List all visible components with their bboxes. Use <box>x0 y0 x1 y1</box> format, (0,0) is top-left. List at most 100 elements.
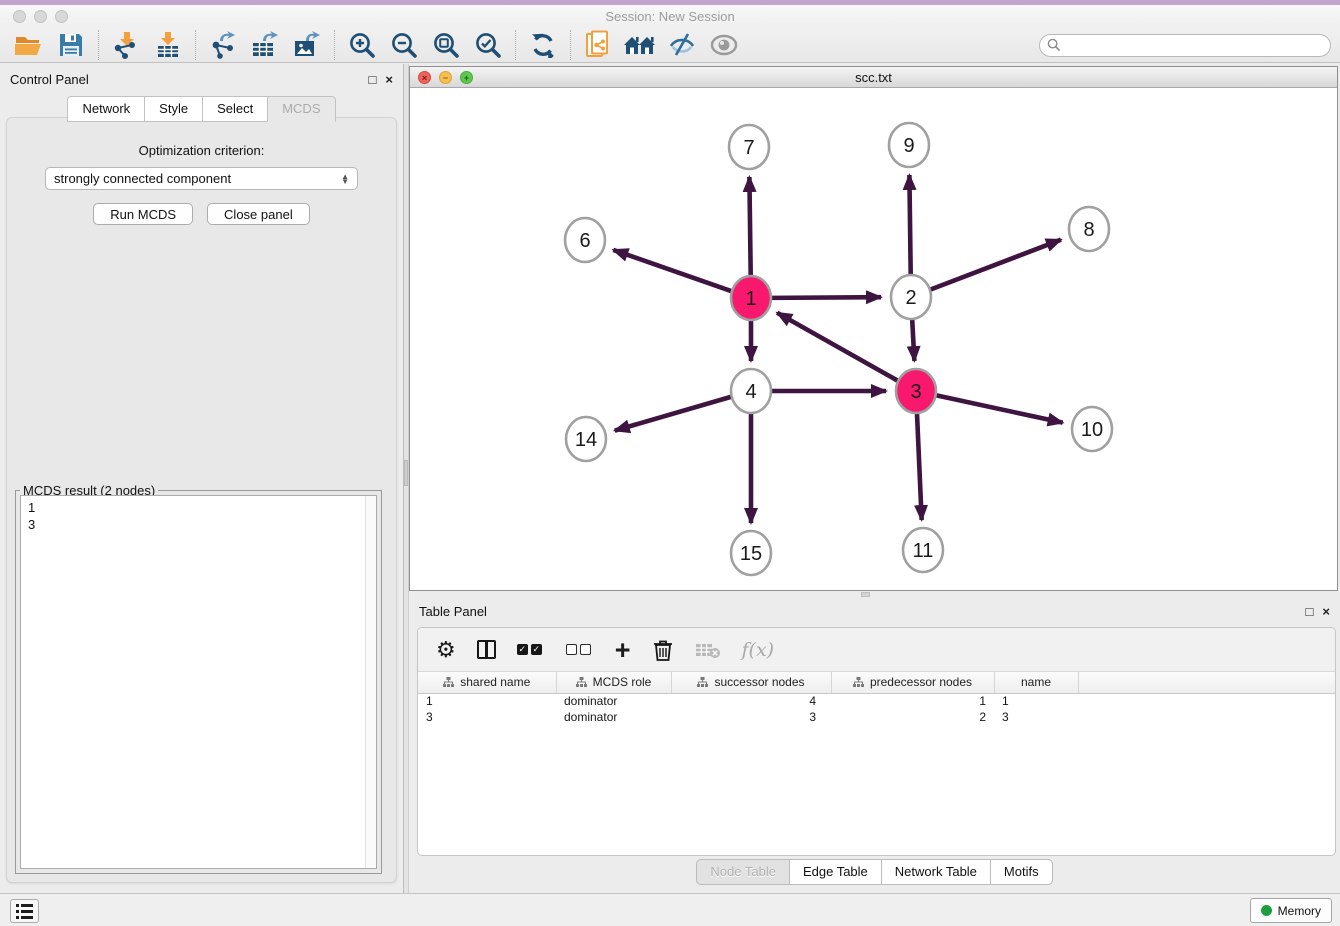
table-settings-icon[interactable]: ⚙ <box>436 639 456 661</box>
memory-status-dot <box>1261 905 1272 916</box>
mcds-result-group: MCDS result (2 nodes) 1 3 <box>15 490 382 874</box>
add-column-icon[interactable]: + <box>615 638 631 662</box>
tab-network-table[interactable]: Network Table <box>881 859 990 885</box>
edge-1-6[interactable] <box>613 250 731 291</box>
table-tabs: Node TableEdge TableNetwork TableMotifs <box>409 859 1340 885</box>
node-8[interactable]: 8 <box>1069 207 1109 251</box>
tab-motifs[interactable]: Motifs <box>990 859 1053 885</box>
table-row[interactable]: 1dominator411 <box>418 693 1335 709</box>
zoom-out-button[interactable] <box>383 29 425 61</box>
node-10[interactable]: 10 <box>1072 407 1112 451</box>
edge-3-11[interactable] <box>917 412 922 520</box>
save-session-button[interactable] <box>50 29 92 61</box>
list-icon <box>16 904 33 919</box>
edge-1-2[interactable] <box>772 297 881 298</box>
cell-predecessor-nodes[interactable]: 1 <box>831 693 994 709</box>
column-header-MCDS-role[interactable]: MCDS role <box>556 672 671 693</box>
zoom-selected-button[interactable] <box>467 29 509 61</box>
edge-2-8[interactable] <box>931 240 1061 290</box>
new-network-button[interactable] <box>577 29 619 61</box>
cell-name[interactable]: 1 <box>994 693 1078 709</box>
node-4[interactable]: 4 <box>731 369 771 413</box>
import-network-button[interactable] <box>105 29 147 61</box>
show-all-button[interactable] <box>703 29 745 61</box>
node-14[interactable]: 14 <box>566 417 606 461</box>
edge-2-3[interactable] <box>912 318 914 361</box>
close-panel-icon[interactable]: × <box>1322 605 1330 618</box>
network-graph[interactable]: 7 9 6 8 1 2 4 3 14 10 15 11 <box>410 88 1337 590</box>
toolbar-separator <box>515 30 516 60</box>
hide-selected-button[interactable] <box>661 29 703 61</box>
zoom-fit-button[interactable] <box>425 29 467 61</box>
float-panel-icon[interactable]: □ <box>1306 605 1314 618</box>
node-15[interactable]: 15 <box>731 531 771 575</box>
export-image-button[interactable] <box>286 29 328 61</box>
search-field[interactable] <box>1039 34 1331 57</box>
node-9[interactable]: 9 <box>889 123 929 167</box>
save-icon <box>58 32 84 58</box>
cell-successor-nodes[interactable]: 3 <box>671 709 831 725</box>
export-table-button[interactable] <box>244 29 286 61</box>
tab-network[interactable]: Network <box>67 96 144 122</box>
select-all-icon[interactable]: ✓ ✓ <box>517 644 545 655</box>
node-2[interactable]: 2 <box>891 275 931 319</box>
column-header-predecessor-nodes[interactable]: predecessor nodes <box>831 672 994 693</box>
deselect-all-icon[interactable] <box>566 644 594 655</box>
tab-style[interactable]: Style <box>144 96 202 122</box>
apply-layout-button[interactable] <box>522 29 564 61</box>
export-network-button[interactable] <box>202 29 244 61</box>
tab-edge-table[interactable]: Edge Table <box>789 859 881 885</box>
import-table-button[interactable] <box>147 29 189 61</box>
cell-MCDS-role[interactable]: dominator <box>556 709 671 725</box>
tab-node-table[interactable]: Node Table <box>696 859 789 885</box>
status-bar: Memory <box>0 893 1340 926</box>
node-6[interactable]: 6 <box>565 218 605 262</box>
network-title: scc.txt <box>410 70 1337 85</box>
delete-column-icon[interactable] <box>652 638 674 662</box>
zoom-in-button[interactable] <box>341 29 383 61</box>
table-panel-title: Table Panel <box>419 604 487 619</box>
splitter-grip[interactable] <box>404 460 408 486</box>
export-image-icon <box>292 31 322 59</box>
criterion-dropdown[interactable]: strongly connected component ▲▼ <box>45 167 358 190</box>
cell-shared-name[interactable]: 3 <box>418 709 556 725</box>
tab-select[interactable]: Select <box>202 96 267 122</box>
column-header-shared-name[interactable]: shared name <box>418 672 556 693</box>
run-mcds-button[interactable]: Run MCDS <box>93 203 193 225</box>
task-history-button[interactable] <box>10 899 39 923</box>
float-panel-icon[interactable]: □ <box>369 73 377 86</box>
edge-3-1[interactable] <box>777 313 898 381</box>
edge-3-10[interactable] <box>937 395 1063 422</box>
cell-successor-nodes[interactable]: 4 <box>671 693 831 709</box>
tab-mcds[interactable]: MCDS <box>267 96 335 122</box>
svg-text:15: 15 <box>740 543 762 565</box>
memory-button[interactable]: Memory <box>1250 898 1332 923</box>
mcds-panel: Optimization criterion: strongly connect… <box>6 117 397 883</box>
show-columns-icon[interactable] <box>477 640 496 659</box>
cell-name[interactable]: 3 <box>994 709 1078 725</box>
node-1[interactable]: 1 <box>731 276 771 320</box>
edge-4-14[interactable] <box>615 397 731 431</box>
cell-predecessor-nodes[interactable]: 2 <box>831 709 994 725</box>
function-builder-icon: f(x) <box>742 639 775 661</box>
svg-text:10: 10 <box>1081 419 1103 441</box>
search-input[interactable] <box>1061 36 1330 54</box>
edge-1-7[interactable] <box>749 177 750 277</box>
table-row[interactable]: 3dominator323 <box>418 709 1335 725</box>
network-canvas[interactable]: 7 9 6 8 1 2 4 3 14 10 15 11 <box>410 88 1337 590</box>
cell-MCDS-role[interactable]: dominator <box>556 693 671 709</box>
svg-text:14: 14 <box>575 429 597 451</box>
column-header-name[interactable]: name <box>994 672 1078 693</box>
column-header-successor-nodes[interactable]: successor nodes <box>671 672 831 693</box>
node-3[interactable]: 3 <box>896 369 936 413</box>
mcds-result-textarea[interactable]: 1 3 <box>20 495 377 869</box>
close-panel-icon[interactable]: × <box>385 73 393 86</box>
node-7[interactable]: 7 <box>729 125 769 169</box>
close-panel-button[interactable]: Close panel <box>207 203 310 225</box>
result-scrollbar[interactable] <box>365 496 376 868</box>
edge-2-9[interactable] <box>909 175 910 276</box>
first-neighbors-button[interactable] <box>619 29 661 61</box>
node-11[interactable]: 11 <box>903 528 943 572</box>
open-session-button[interactable] <box>8 29 50 61</box>
cell-shared-name[interactable]: 1 <box>418 693 556 709</box>
